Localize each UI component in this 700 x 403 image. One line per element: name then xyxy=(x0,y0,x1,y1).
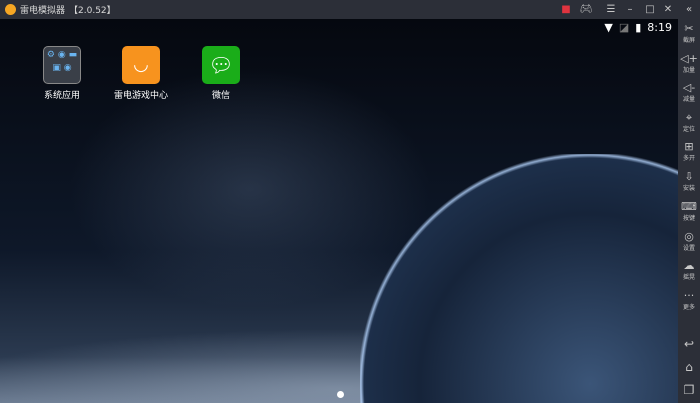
back-button[interactable]: ↩ xyxy=(678,337,700,351)
right-toolbar: ✂ 截屏 ◁+ 加量 ◁- 减量 ⌖ 定位 ⊞ 多开 ⇩ 安装 ⌨ 按键 ◎ 设置 ☁ 摇晃 ··… xyxy=(678,19,700,403)
settings-button[interactable]: ◎ 设置 xyxy=(678,230,700,252)
install-apk-button[interactable]: ⇩ 安装 xyxy=(678,170,700,192)
no-sim-icon: ◪ xyxy=(618,21,630,34)
label: 截屏 xyxy=(682,37,695,44)
more-dots-icon: ··· xyxy=(683,289,695,302)
collapse-sidebar-button[interactable]: « xyxy=(681,0,697,19)
game-center-icon: ◡ xyxy=(122,46,160,84)
app-label: 系统应用 xyxy=(43,91,80,101)
window-title: 雷电模拟器 xyxy=(20,6,66,16)
app-wechat[interactable]: 💬︎ 微信 xyxy=(181,46,261,101)
wechat-icon: 💬︎ xyxy=(202,46,240,84)
multi-instance-button[interactable]: ⊞ 多开 xyxy=(678,140,700,162)
back-icon: ↩ xyxy=(683,337,695,351)
label: 更多 xyxy=(682,304,695,311)
apk-install-icon: ⇩ xyxy=(684,170,694,183)
app-system-apps[interactable]: ⚙ ◉ ▬ ▣ ◉ 系统应用 xyxy=(22,46,102,101)
location-pin-icon: ⌖ xyxy=(685,111,693,124)
label: 摇晃 xyxy=(682,274,695,281)
multi-window-icon: ⊞ xyxy=(684,140,694,153)
label: 设置 xyxy=(682,245,695,252)
shake-icon: ☁ xyxy=(683,259,695,272)
recents-icon: ❐ xyxy=(683,383,695,397)
gamepad-icon[interactable]: 🎮︎ xyxy=(578,0,594,19)
gear-icon: ◎ xyxy=(684,230,694,243)
title-bar: 雷电模拟器 【2.0.52】 ■ 🎮︎ ☰ – □ ✕ « xyxy=(0,0,700,19)
more-button[interactable]: ··· 更多 xyxy=(678,289,700,311)
wallpaper-planet xyxy=(360,154,678,403)
home-icon: ⌂ xyxy=(685,360,693,374)
battery-icon: ▮ xyxy=(635,21,642,34)
screenshot-button[interactable]: ✂ 截屏 xyxy=(678,22,700,44)
clock: 8:19 xyxy=(647,21,672,34)
label: 减量 xyxy=(682,96,695,103)
menu-button[interactable]: ☰ xyxy=(603,0,619,19)
app-game-center[interactable]: ◡ 雷电游戏中心 xyxy=(101,46,181,101)
minimize-button[interactable]: – xyxy=(622,0,638,19)
app-logo-icon xyxy=(5,4,16,15)
app-label: 微信 xyxy=(211,91,230,101)
keymapping-button[interactable]: ⌨ 按键 xyxy=(678,200,700,222)
label: 按键 xyxy=(682,215,695,222)
scissors-icon: ✂ xyxy=(684,22,694,35)
keyboard-icon: ⌨ xyxy=(681,200,697,213)
maximize-button[interactable]: □ xyxy=(642,0,658,19)
volume-up-button[interactable]: ◁+ 加量 xyxy=(678,52,700,74)
label: 安装 xyxy=(682,185,695,192)
page-indicator xyxy=(337,391,344,398)
label: 多开 xyxy=(682,155,695,162)
status-bar: ▼ ◪ ▮ 8:19 xyxy=(604,21,672,34)
home-button[interactable]: ⌂ xyxy=(678,360,700,374)
version-label: 【2.0.52】 xyxy=(69,6,116,16)
location-button[interactable]: ⌖ 定位 xyxy=(678,111,700,133)
close-button[interactable]: ✕ xyxy=(660,0,676,19)
wifi-icon: ▼ xyxy=(604,21,613,34)
app-label: 雷电游戏中心 xyxy=(113,91,168,101)
android-screen[interactable]: ▼ ◪ ▮ 8:19 ⚙ ◉ ▬ ▣ ◉ 系统应用 ◡ 雷电游戏中心 💬︎ 微信 xyxy=(0,19,678,403)
volume-down-button[interactable]: ◁- 减量 xyxy=(678,81,700,103)
volume-down-icon: ◁- xyxy=(682,81,696,94)
system-apps-folder-icon: ⚙ ◉ ▬ ▣ ◉ xyxy=(43,46,81,84)
volume-up-icon: ◁+ xyxy=(680,52,698,65)
recents-button[interactable]: ❐ xyxy=(678,383,700,397)
label: 定位 xyxy=(682,126,695,133)
label: 加量 xyxy=(682,67,695,74)
gift-icon[interactable]: ■ xyxy=(558,0,574,19)
shake-button[interactable]: ☁ 摇晃 xyxy=(678,259,700,281)
